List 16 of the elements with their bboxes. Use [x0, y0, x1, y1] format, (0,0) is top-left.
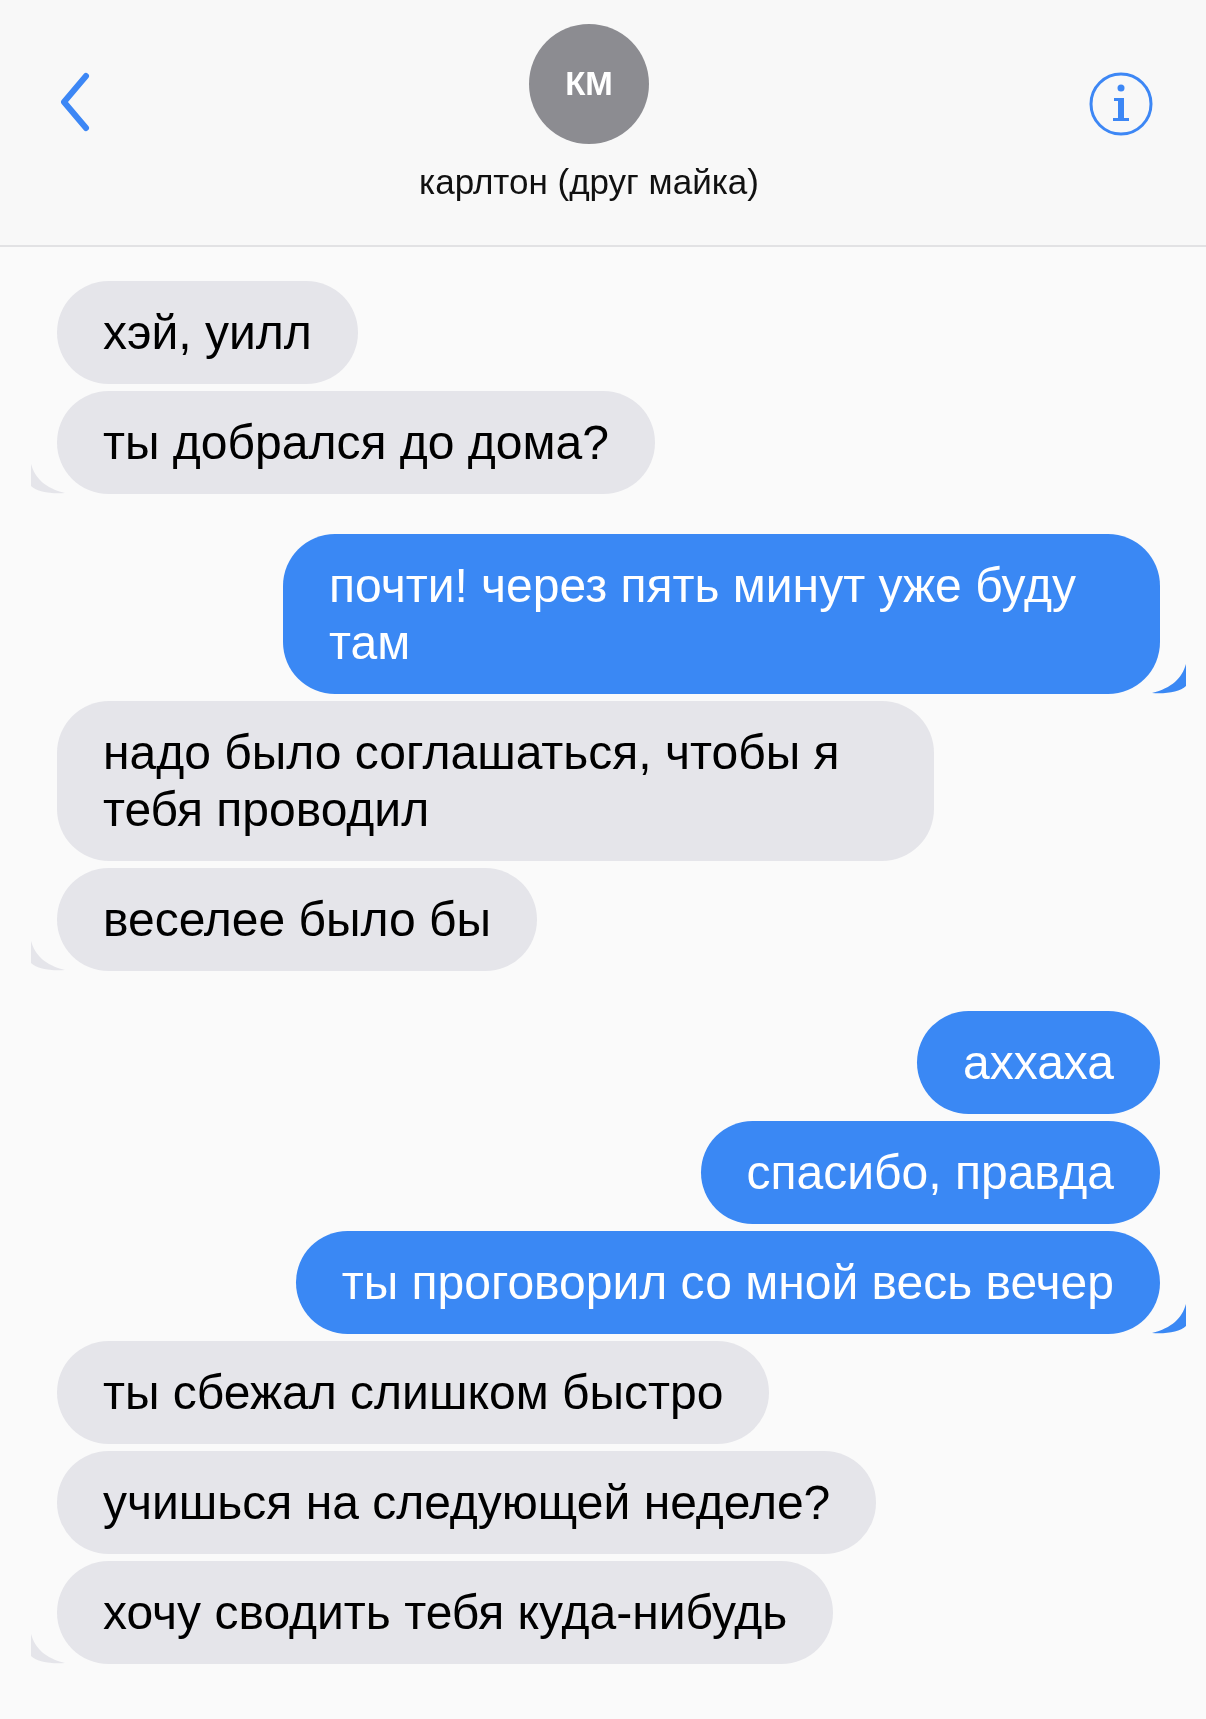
- message-bubble: ты сбежал слишком быстро: [57, 1341, 770, 1444]
- message-bubble: ты проговорил со мной весь вечер: [295, 1231, 1160, 1334]
- message-bubble: хэй, уилл: [57, 281, 358, 384]
- message-bubble: веселее было бы: [57, 868, 538, 971]
- info-icon[interactable]: [1088, 71, 1154, 137]
- message-bubble: хочу сводить тебя куда-нибудь: [57, 1561, 834, 1664]
- message-bubble: спасибо, правда: [700, 1121, 1160, 1224]
- bubble-tail: [1152, 664, 1186, 694]
- contact-name[interactable]: карлтон (друг майка): [419, 162, 759, 202]
- message-bubble: ты добрался до дома?: [57, 391, 655, 494]
- message-bubble: почти! через пять минут уже буду там: [283, 534, 1160, 694]
- message-bubble: учишься на следующей неделе?: [57, 1451, 877, 1554]
- back-icon[interactable]: [60, 72, 90, 132]
- message-bubble: аххаха: [917, 1011, 1160, 1114]
- bubble-tail: [1152, 1304, 1186, 1334]
- message-bubble: надо было соглашаться, чтобы я тебя проводил: [57, 701, 934, 861]
